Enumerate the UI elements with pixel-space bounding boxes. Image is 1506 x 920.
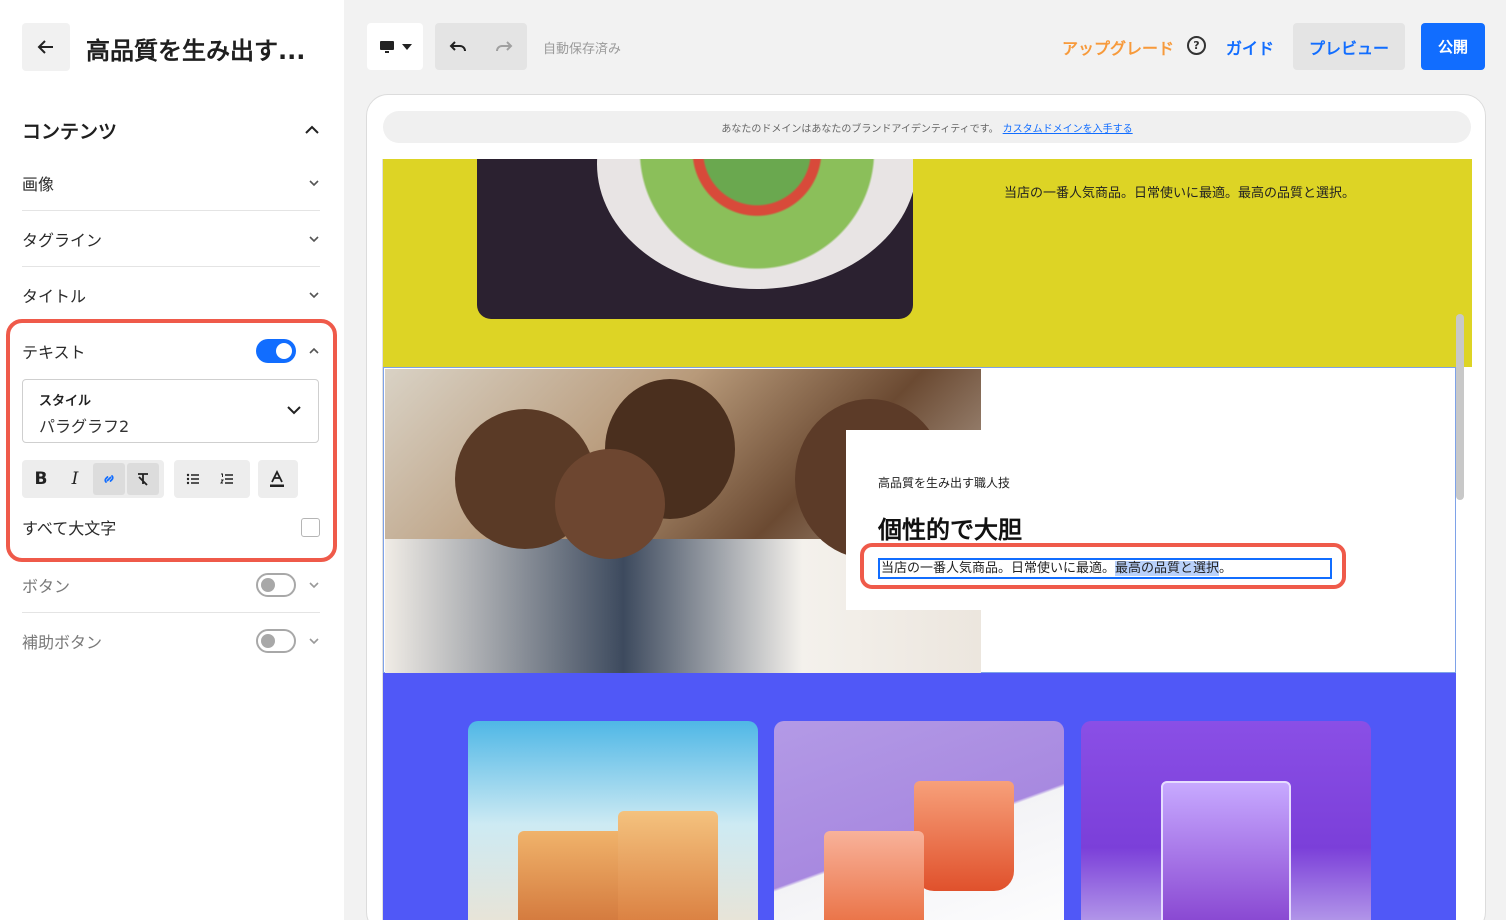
publish-button[interactable]: 公開	[1421, 23, 1485, 70]
bullet-list-button[interactable]	[177, 463, 209, 495]
all-caps-checkbox[interactable]	[301, 517, 320, 537]
custom-domain-link[interactable]: カスタムドメインを入手する	[1003, 120, 1133, 135]
bullet-list-icon	[186, 473, 199, 485]
link-button[interactable]	[93, 463, 125, 495]
text-format-group: B I	[22, 460, 164, 498]
section-title: 高品質を生み出す...	[86, 37, 306, 65]
drink-image-2[interactable]	[774, 721, 1064, 920]
bold-icon: B	[34, 469, 48, 489]
accordion-title[interactable]: タイトル	[22, 267, 320, 323]
family-section[interactable]: 高品質を生み出す職人技 個性的で大胆 当店の一番人気商品。日常使いに最適。最高の…	[383, 367, 1456, 673]
content-section-label: コンテンツ	[22, 120, 118, 143]
chevron-up-icon	[305, 125, 319, 134]
chevron-down-icon	[287, 406, 301, 415]
card-tagline[interactable]: 高品質を生み出す職人技	[878, 474, 1010, 491]
salad-image[interactable]	[477, 159, 913, 319]
site-preview: 当店の一番人気商品。日常使いに最適。最高の品質と選択。 高品質を生み出す職人技 …	[382, 159, 1472, 920]
accordion-tagline-label: タグライン	[22, 230, 103, 250]
history-controls	[435, 23, 527, 70]
link-icon	[104, 475, 114, 483]
secondary-button-toggle[interactable]	[256, 629, 296, 653]
caret-down-icon	[401, 43, 412, 50]
style-caption: スタイル	[39, 394, 92, 409]
chevron-down-icon	[309, 292, 319, 299]
color-format-group	[258, 460, 298, 498]
image-shape	[555, 449, 665, 559]
accordion-image-label: 画像	[22, 174, 55, 194]
chevron-down-icon	[309, 581, 319, 588]
undo-icon[interactable]	[449, 40, 467, 54]
preview-button[interactable]: プレビュー	[1293, 23, 1405, 70]
text-color-button[interactable]	[261, 463, 293, 495]
image-shape	[518, 831, 628, 920]
chevron-up-icon[interactable]	[308, 345, 320, 357]
accordion-text-label: テキスト	[22, 343, 86, 362]
help-icon[interactable]: ?	[1187, 36, 1206, 55]
device-switcher[interactable]	[367, 23, 423, 70]
text-color-icon	[270, 470, 284, 487]
accordion-tagline[interactable]: タグライン	[22, 211, 320, 267]
image-shape	[1161, 781, 1291, 920]
accordion-title-label: タイトル	[22, 287, 87, 306]
accordion-secondary-button[interactable]: 補助ボタン	[22, 613, 320, 669]
image-shape	[618, 811, 718, 920]
all-caps-label: すべて大文字	[22, 519, 117, 538]
canvas-scrollbar[interactable]	[1456, 314, 1464, 500]
text-toggle[interactable]	[256, 339, 296, 363]
autosave-status: 自動保存済み	[543, 42, 622, 57]
button-toggle[interactable]	[256, 572, 296, 597]
list-format-group	[174, 460, 250, 498]
accordion-button-label: ボタン	[22, 576, 71, 596]
domain-banner: あなたのドメインはあなたのブランドアイデンティティです。 カスタムドメインを入手…	[383, 111, 1471, 143]
site-canvas: あなたのドメインはあなたのブランドアイデンティティです。 カスタムドメインを入手…	[366, 94, 1486, 920]
bold-button[interactable]: B	[25, 463, 57, 495]
salad-plate	[597, 159, 913, 289]
numbered-list-icon	[220, 473, 233, 484]
image-shape	[914, 781, 1014, 891]
drinks-section[interactable]	[383, 673, 1456, 920]
arrow-left-icon	[37, 40, 53, 54]
clear-format-button[interactable]	[127, 463, 159, 495]
accordion-button[interactable]: ボタン	[22, 557, 320, 613]
upgrade-link[interactable]: アップグレード	[1062, 35, 1174, 59]
chevron-down-icon	[309, 179, 319, 186]
accordion-text[interactable]: テキスト	[22, 334, 320, 368]
content-section-header[interactable]: コンテンツ	[22, 116, 320, 144]
back-button[interactable]	[22, 23, 70, 71]
yellow-section-text[interactable]: 当店の一番人気商品。日常使いに最適。最高の品質と選択。	[1004, 183, 1364, 204]
chevron-down-icon	[309, 235, 319, 242]
redo-icon[interactable]	[495, 40, 513, 54]
italic-button[interactable]: I	[59, 463, 91, 495]
drink-image-1[interactable]	[468, 721, 758, 920]
editor-sidebar: 高品質を生み出す... コンテンツ 画像 タグライン タイトル テキスト スタイ…	[0, 0, 344, 920]
italic-icon: I	[71, 469, 79, 489]
drink-image-3[interactable]	[1081, 721, 1371, 920]
all-caps-row: すべて大文字	[22, 512, 320, 542]
card-title[interactable]: 個性的で大胆	[878, 510, 1022, 545]
image-shape	[824, 831, 924, 920]
chevron-down-icon	[309, 638, 319, 645]
accordion-image[interactable]: 画像	[22, 155, 320, 211]
clear-format-icon	[138, 473, 148, 486]
paragraph-highlight	[860, 543, 1346, 589]
desktop-icon	[379, 40, 394, 53]
accordion-secondary-button-label: 補助ボタン	[22, 633, 103, 652]
style-value: パラグラフ2	[39, 417, 130, 436]
numbered-list-button[interactable]	[211, 463, 243, 495]
style-dropdown[interactable]: スタイル パラグラフ2	[22, 379, 319, 443]
yellow-section[interactable]: 当店の一番人気商品。日常使いに最適。最高の品質と選択。	[383, 159, 1472, 367]
domain-notice: あなたのドメインはあなたのブランドアイデンティティです。	[721, 123, 999, 135]
guide-link[interactable]: ガイド	[1226, 35, 1274, 59]
